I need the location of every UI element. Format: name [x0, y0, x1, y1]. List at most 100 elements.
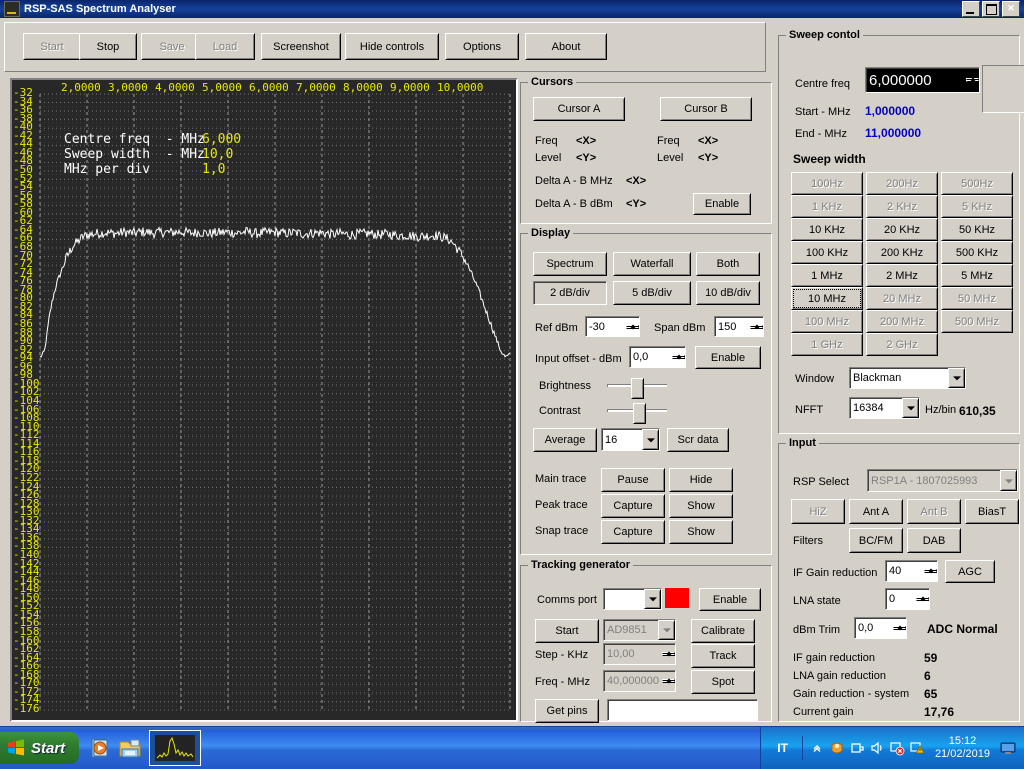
- input-offset-field[interactable]: 0,0: [629, 346, 686, 368]
- span-dbm-field[interactable]: 150: [714, 316, 764, 337]
- db-per-div-5-db-div[interactable]: 5 dB/div: [613, 281, 691, 305]
- trace-visibility-1[interactable]: Show: [669, 494, 733, 518]
- display-panel-title: Display: [528, 227, 573, 239]
- sweep-width-2-mhz[interactable]: 2 MHz: [866, 264, 938, 287]
- toolbar-button-options[interactable]: Options: [445, 33, 519, 60]
- sweep-width-1-mhz[interactable]: 1 MHz: [791, 264, 863, 287]
- sweep-width-5-mhz[interactable]: 5 MHz: [941, 264, 1013, 287]
- toolbar-button-screenshot[interactable]: Screenshot: [261, 33, 341, 60]
- chevron-down-icon[interactable]: [902, 398, 919, 418]
- agc-button[interactable]: AGC: [945, 560, 995, 583]
- tracking-calibrate-button[interactable]: Calibrate: [691, 619, 755, 643]
- cursor-a-button[interactable]: Cursor A: [533, 97, 625, 121]
- task-button-spectrum-analyser[interactable]: [149, 730, 201, 766]
- toolbar-button-save: Save: [141, 33, 203, 60]
- tracking-step-label: Step - KHz: [535, 649, 588, 661]
- network-error-icon[interactable]: [887, 736, 907, 760]
- file-explorer-icon[interactable]: [115, 733, 145, 763]
- tracking-start-button[interactable]: Start: [535, 619, 599, 643]
- trace-label-0: Main trace: [535, 473, 586, 485]
- centre-freq-stepper[interactable]: [966, 78, 979, 82]
- start-button[interactable]: Start: [0, 732, 79, 764]
- trace-action-2[interactable]: Capture: [601, 520, 665, 544]
- show-hidden-icons-chevron[interactable]: [807, 736, 827, 760]
- input-offset-label: Input offset - dBm: [535, 353, 622, 365]
- if-gain-stepper[interactable]: [924, 569, 937, 573]
- volume-icon[interactable]: [867, 736, 887, 760]
- minimize-button[interactable]: [962, 1, 980, 17]
- sweep-width-20-khz[interactable]: 20 KHz: [866, 218, 938, 241]
- hz-bin-label: Hz/bin: [925, 404, 956, 416]
- db-per-div-2-db-div[interactable]: 2 dB/div: [533, 281, 607, 305]
- scr-data-button[interactable]: Scr data: [667, 428, 729, 452]
- window-combo[interactable]: Blackman: [849, 367, 966, 389]
- input-offset-stepper[interactable]: [672, 355, 685, 359]
- maximize-button[interactable]: [982, 1, 1000, 17]
- tracking-enable-button[interactable]: Enable: [699, 588, 761, 611]
- sweep-width-50-khz[interactable]: 50 KHz: [941, 218, 1013, 241]
- trace-visibility-2[interactable]: Show: [669, 520, 733, 544]
- sweep-width-10-khz[interactable]: 10 KHz: [791, 218, 863, 241]
- spectrum-display[interactable]: -32-34-36-38-40-42-44-46-48-50-52-54-56-…: [10, 78, 518, 722]
- lna-state-label: LNA state: [793, 595, 841, 607]
- chevron-down-icon[interactable]: [644, 589, 661, 609]
- dbm-trim-field[interactable]: 0,0: [854, 617, 907, 639]
- cursor-b-button[interactable]: Cursor B: [660, 97, 752, 121]
- toolbar-button-stop[interactable]: Stop: [79, 33, 137, 60]
- nfft-combo[interactable]: 16384: [849, 397, 920, 419]
- chevron-down-icon[interactable]: [948, 368, 965, 388]
- close-button[interactable]: ✕: [1002, 1, 1020, 17]
- db-per-div-10-db-div[interactable]: 10 dB/div: [696, 281, 760, 305]
- tracking-generator-panel: Tracking generator Comms port Enable Sta…: [520, 565, 772, 722]
- trace-visibility-0[interactable]: Hide: [669, 468, 733, 492]
- lna-state-stepper[interactable]: [916, 597, 929, 601]
- sweep-width-50-mhz: 50 MHz: [941, 287, 1013, 310]
- toolbar-button-hide-controls[interactable]: Hide controls: [345, 33, 439, 60]
- tracking-spot-button[interactable]: Spot: [691, 670, 755, 694]
- span-dbm-stepper[interactable]: [750, 325, 763, 329]
- lna-state-field[interactable]: 0: [885, 588, 930, 610]
- sweep-width-2-khz: 2 KHz: [866, 195, 938, 218]
- display-mode-spectrum[interactable]: Spectrum: [533, 252, 607, 276]
- display-mode-both[interactable]: Both: [696, 252, 760, 276]
- input-filter-dab[interactable]: DAB: [907, 528, 961, 553]
- input-offset-enable-button[interactable]: Enable: [695, 346, 761, 369]
- centre-freq-field[interactable]: 6,000000: [865, 67, 980, 93]
- input-filter-bc-fm[interactable]: BC/FM: [849, 528, 903, 553]
- cursors-enable-button[interactable]: Enable: [693, 193, 751, 215]
- average-combo[interactable]: 16: [601, 428, 660, 451]
- language-indicator[interactable]: IT: [767, 741, 798, 755]
- security-icon[interactable]: [827, 736, 847, 760]
- brightness-slider[interactable]: [607, 378, 667, 392]
- chevron-down-icon[interactable]: [642, 429, 659, 450]
- spectrum-plot[interactable]: -32-34-36-38-40-42-44-46-48-50-52-54-56-…: [12, 80, 512, 716]
- ref-dbm-field[interactable]: -30: [585, 316, 640, 337]
- show-desktop-icon[interactable]: [998, 736, 1018, 760]
- tracking-track-button[interactable]: Track: [691, 644, 755, 668]
- comms-port-combo[interactable]: [603, 588, 662, 610]
- get-pins-button[interactable]: Get pins: [535, 699, 599, 723]
- trace-action-1[interactable]: Capture: [601, 494, 665, 518]
- pins-field[interactable]: [607, 699, 758, 721]
- display-mode-waterfall[interactable]: Waterfall: [613, 252, 691, 276]
- input-port-biast[interactable]: BiasT: [965, 499, 1019, 524]
- sweep-width-10-mhz[interactable]: 10 MHz: [791, 287, 863, 310]
- start-mhz-value: 1,000000: [865, 104, 915, 118]
- toolbar-button-about[interactable]: About: [525, 33, 607, 60]
- dbm-trim-stepper[interactable]: [893, 626, 906, 630]
- trace-action-0[interactable]: Pause: [601, 468, 665, 492]
- input-port-ant-a[interactable]: Ant A: [849, 499, 903, 524]
- update-warning-icon[interactable]: [907, 736, 927, 760]
- contrast-slider[interactable]: [607, 403, 667, 417]
- clock[interactable]: 15:12 21/02/2019: [927, 735, 998, 761]
- sweep-width-100-khz[interactable]: 100 KHz: [791, 241, 863, 264]
- sweep-width-500-khz[interactable]: 500 KHz: [941, 241, 1013, 264]
- ref-dbm-stepper[interactable]: [626, 325, 639, 329]
- if-gain-field[interactable]: 40: [885, 560, 938, 582]
- x-axis-tick: 9,0000: [390, 81, 430, 94]
- media-player-icon[interactable]: [85, 733, 115, 763]
- average-button[interactable]: Average: [533, 428, 597, 452]
- usb-device-icon[interactable]: [847, 736, 867, 760]
- x-axis-tick: 6,0000: [249, 81, 289, 94]
- sweep-width-200-khz[interactable]: 200 KHz: [866, 241, 938, 264]
